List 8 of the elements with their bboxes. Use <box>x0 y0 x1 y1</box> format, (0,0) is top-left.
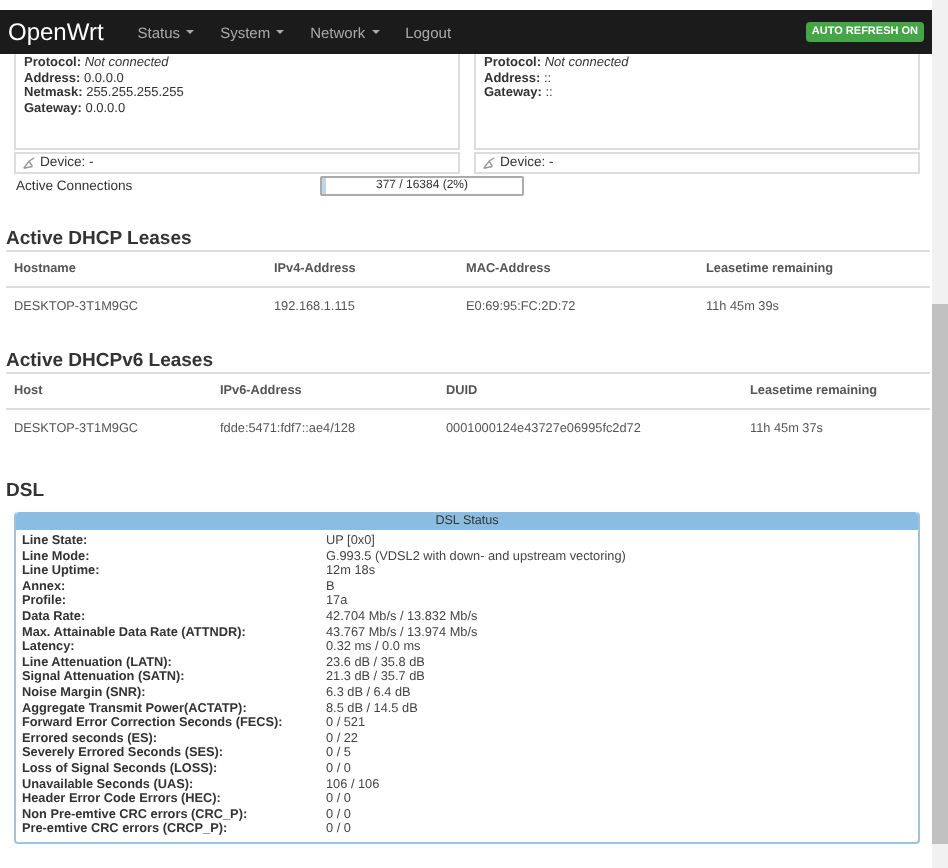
section-title: Active DHCP Leases <box>4 228 194 250</box>
network-icon <box>482 156 496 170</box>
brand-link[interactable]: OpenWrt <box>8 18 104 46</box>
scrollbar-thumb[interactable] <box>932 304 948 844</box>
section-title: Active DHCPv6 Leases <box>4 350 215 372</box>
network-icon <box>22 156 36 170</box>
scrollbar[interactable] <box>932 0 948 868</box>
section-title: DSL <box>4 480 46 502</box>
